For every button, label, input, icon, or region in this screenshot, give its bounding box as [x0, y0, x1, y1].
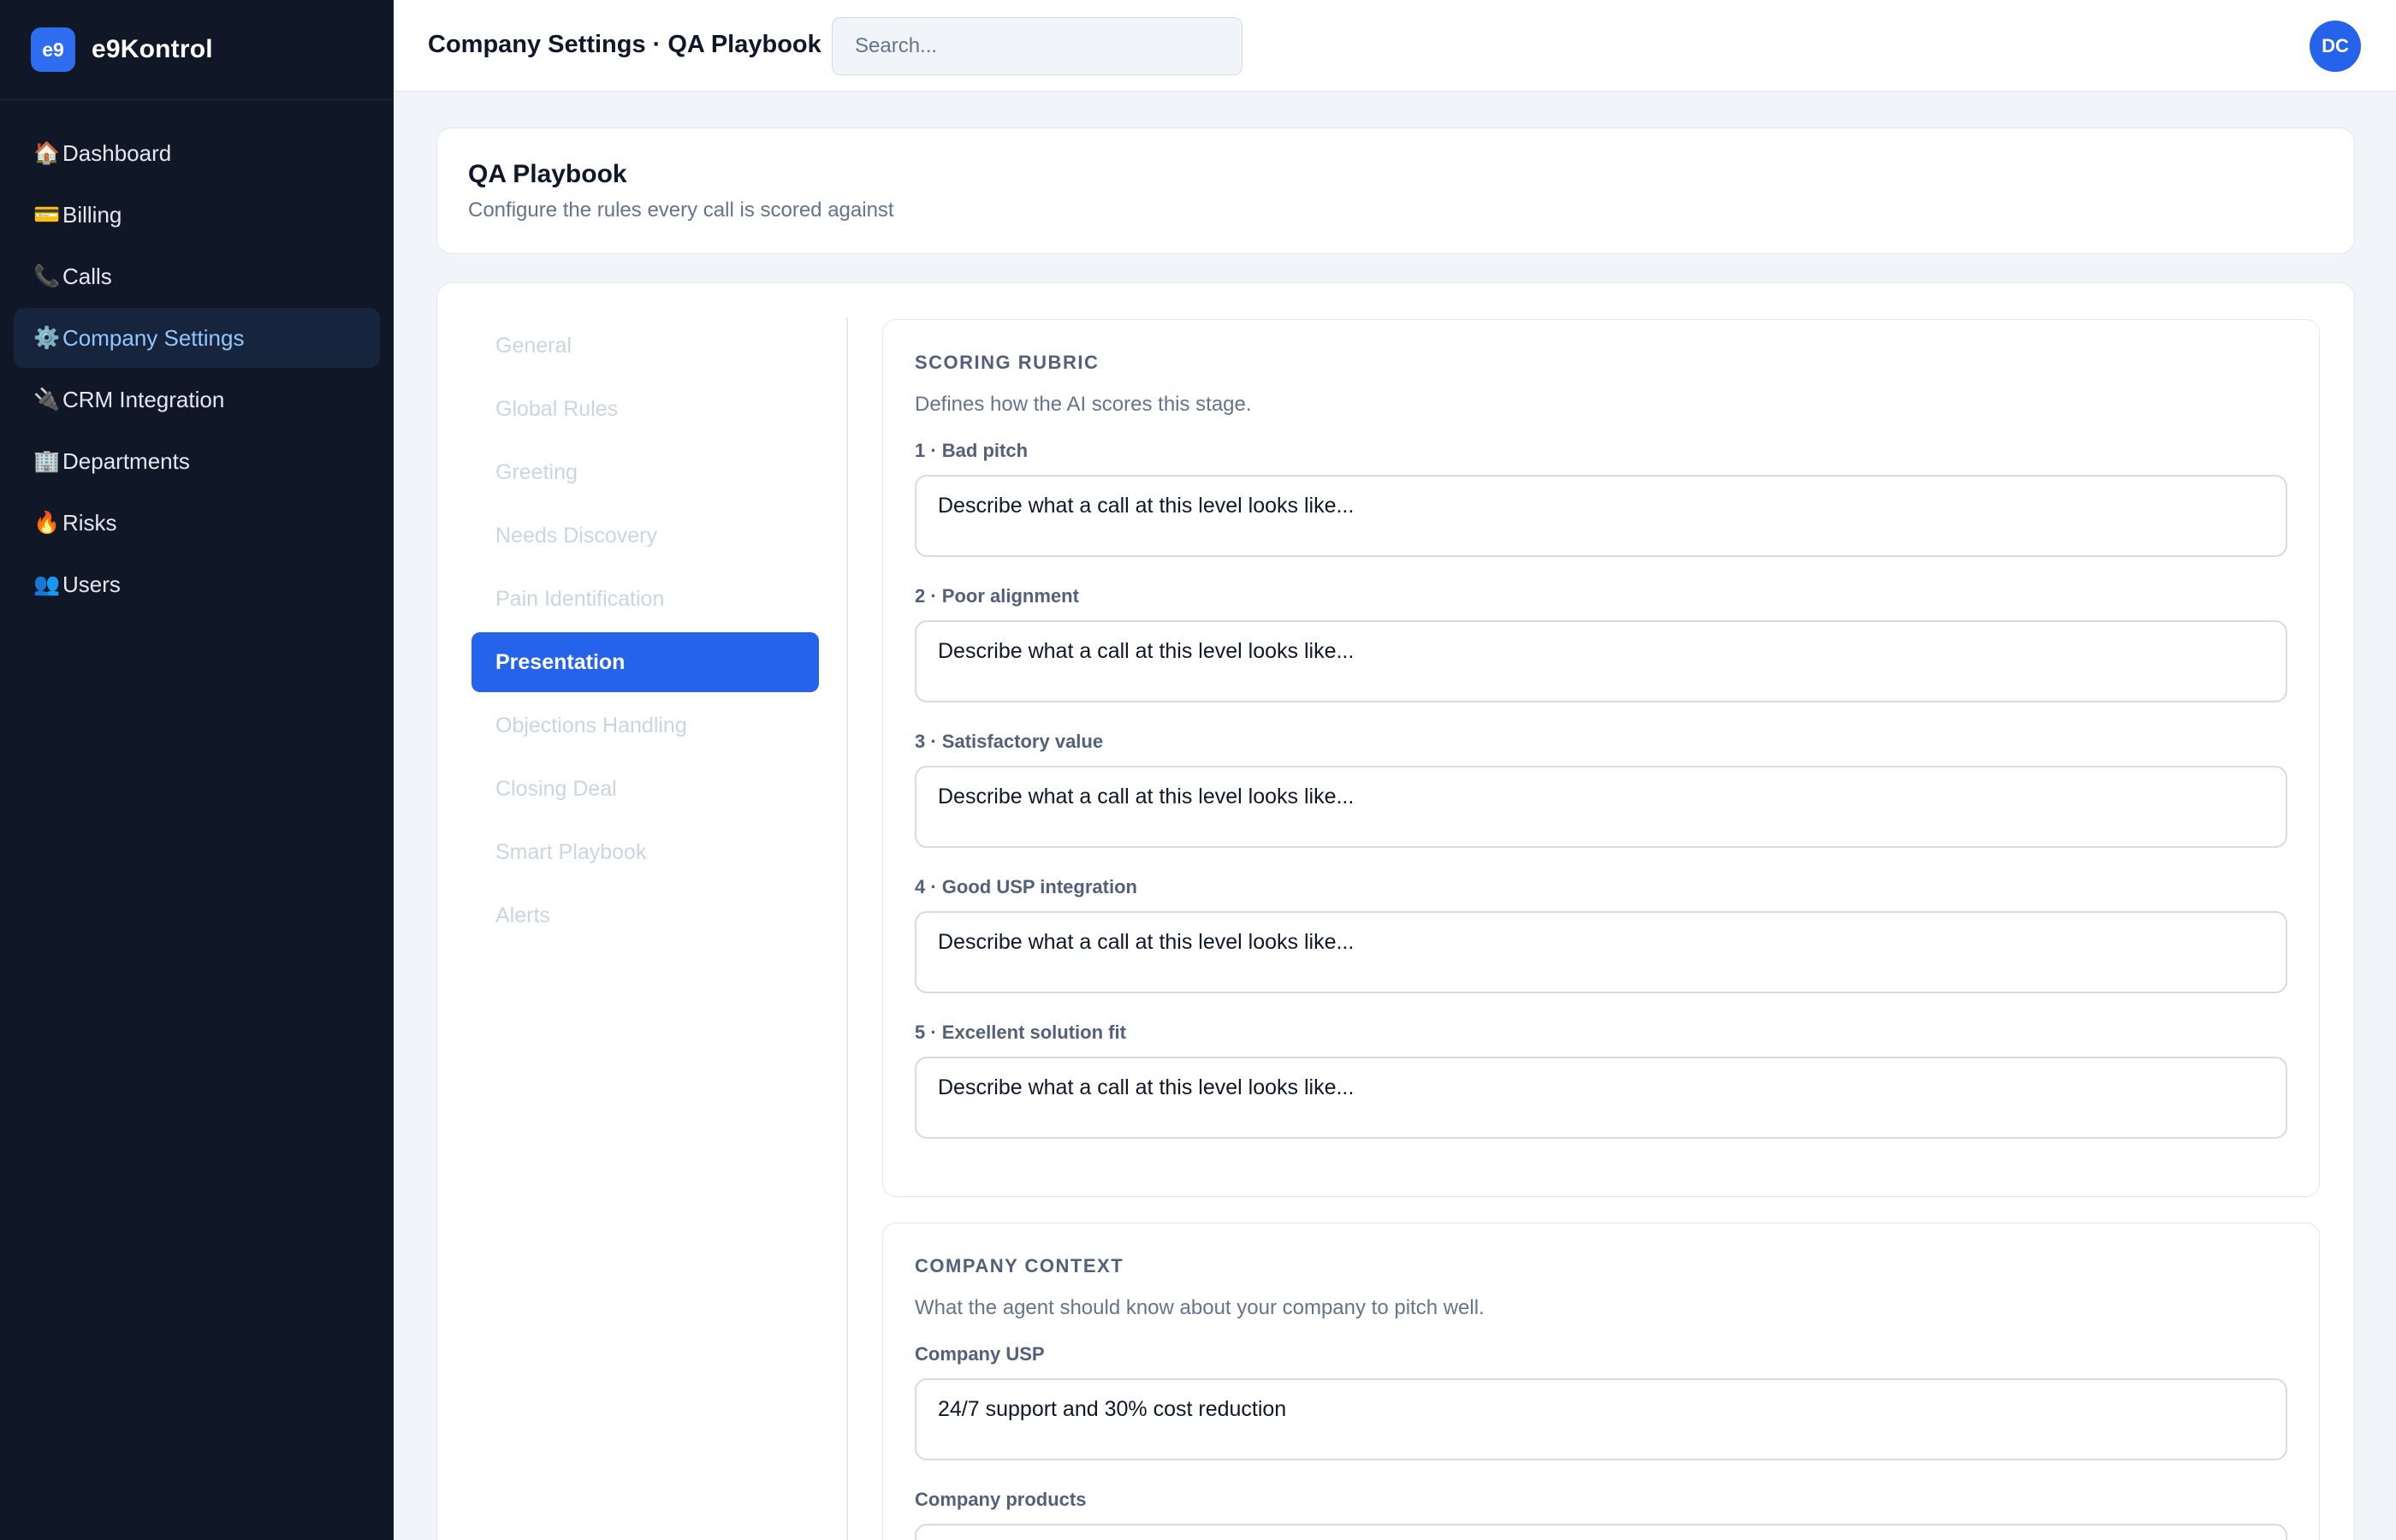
field-label: 3 · Satisfactory value — [915, 731, 1104, 752]
section-title: SCORING RUBRIC — [915, 352, 1100, 373]
rubric-level-5: 5 · Excellent solution fit — [915, 1022, 2287, 1143]
sidebar-item-label: Billing — [62, 201, 122, 228]
stage-item-alerts[interactable]: Alerts — [471, 886, 819, 945]
users-icon: 👥 — [33, 572, 61, 596]
rubric-level-3: 3 · Satisfactory value — [915, 731, 2287, 852]
sidebar-item-billing[interactable]: 💳 Billing — [14, 185, 380, 245]
field-label: Company products — [915, 1489, 1087, 1510]
breadcrumb-title: Company Settings · QA Playbook — [428, 31, 821, 58]
rubric-level-2: 2 · Poor alignment — [915, 585, 2287, 707]
rubric-level-4: 4 · Good USP integration — [915, 876, 2287, 998]
section-description: Defines how the AI scores this stage. — [915, 393, 1252, 416]
stage-list: General Global Rules Greeting Needs Disc… — [471, 316, 819, 949]
rubric-level-1: 1 · Bad pitch — [915, 440, 2287, 561]
scoring-rubric-section: SCORING RUBRIC Defines how the AI scores… — [882, 319, 2320, 1197]
phone-icon: 📞 — [33, 264, 61, 288]
page-header-card: QA Playbook Configure the rules every ca… — [436, 127, 2355, 254]
sidebar-nav: 🏠 Dashboard 💳 Billing 📞 Calls ⚙️ Company… — [0, 100, 394, 614]
office-building-icon: 🏢 — [33, 448, 61, 473]
sidebar-item-label: Dashboard — [62, 139, 172, 166]
sidebar-item-label: Departments — [62, 447, 190, 474]
sidebar-item-label: Calls — [62, 263, 112, 289]
rubric-level-5-textarea[interactable] — [915, 1057, 2287, 1139]
top-header: Company Settings · QA Playbook DC — [394, 0, 2396, 92]
stage-item-general[interactable]: General — [471, 316, 819, 376]
playbook-editor: General Global Rules Greeting Needs Disc… — [436, 282, 2355, 1540]
sidebar-item-label: CRM Integration — [62, 386, 225, 412]
fire-icon: 🔥 — [33, 510, 61, 535]
sidebar-item-dashboard[interactable]: 🏠 Dashboard — [14, 123, 380, 183]
page-subtitle: Configure the rules every call is scored… — [468, 198, 894, 222]
section-title: COMPANY CONTEXT — [915, 1255, 1124, 1276]
sidebar-item-crm-integration[interactable]: 🔌 CRM Integration — [14, 370, 380, 429]
sidebar-item-label: Users — [62, 571, 121, 597]
sidebar-item-company-settings[interactable]: ⚙️ Company Settings — [14, 308, 380, 368]
stage-item-objections-handling[interactable]: Objections Handling — [471, 696, 819, 755]
company-products-field: Company products — [915, 1489, 2287, 1540]
field-label: 5 · Excellent solution fit — [915, 1022, 1126, 1043]
brand-name: e9Kontrol — [92, 35, 213, 63]
company-usp-textarea[interactable]: 24/7 support and 30% cost reduction — [915, 1378, 2287, 1460]
rubric-level-4-textarea[interactable] — [915, 911, 2287, 993]
stage-item-presentation[interactable]: Presentation — [471, 632, 819, 692]
avatar[interactable]: DC — [2310, 21, 2361, 72]
stage-item-smart-playbook[interactable]: Smart Playbook — [471, 822, 819, 882]
field-label: 1 · Bad pitch — [915, 440, 1029, 461]
company-usp-field: Company USP 24/7 support and 30% cost re… — [915, 1343, 2287, 1465]
brand[interactable]: e9 e9Kontrol — [0, 0, 394, 100]
sidebar: e9 e9Kontrol 🏠 Dashboard 💳 Billing 📞 Cal… — [0, 0, 394, 1540]
search-input[interactable] — [832, 17, 1242, 75]
page-title: QA Playbook — [468, 160, 627, 188]
stage-item-global-rules[interactable]: Global Rules — [471, 379, 819, 439]
rubric-level-2-textarea[interactable] — [915, 620, 2287, 702]
plug-icon: 🔌 — [33, 387, 61, 412]
credit-card-icon: 💳 — [33, 202, 61, 227]
stage-item-pain-identification[interactable]: Pain Identification — [471, 569, 819, 629]
sidebar-item-risks[interactable]: 🔥 Risks — [14, 493, 380, 553]
rubric-level-1-textarea[interactable] — [915, 475, 2287, 557]
brand-logo: e9 — [31, 27, 75, 72]
sidebar-item-departments[interactable]: 🏢 Departments — [14, 431, 380, 491]
gear-icon: ⚙️ — [33, 325, 61, 350]
stage-item-greeting[interactable]: Greeting — [471, 442, 819, 502]
stage-item-needs-discovery[interactable]: Needs Discovery — [471, 506, 819, 566]
section-description: What the agent should know about your co… — [915, 1296, 1485, 1319]
stage-item-closing-deal[interactable]: Closing Deal — [471, 759, 819, 819]
field-label: 4 · Good USP integration — [915, 876, 1137, 897]
sidebar-item-label: Company Settings — [62, 324, 245, 351]
rubric-level-3-textarea[interactable] — [915, 766, 2287, 848]
field-label: Company USP — [915, 1343, 1045, 1365]
sidebar-item-calls[interactable]: 📞 Calls — [14, 246, 380, 306]
sidebar-item-label: Risks — [62, 509, 117, 536]
home-icon: 🏠 — [33, 140, 61, 165]
company-products-textarea[interactable] — [915, 1524, 2287, 1540]
sidebar-item-users[interactable]: 👥 Users — [14, 554, 380, 614]
column-divider — [846, 317, 848, 1540]
field-label: 2 · Poor alignment — [915, 585, 1079, 607]
company-context-section: COMPANY CONTEXT What the agent should kn… — [882, 1223, 2320, 1540]
